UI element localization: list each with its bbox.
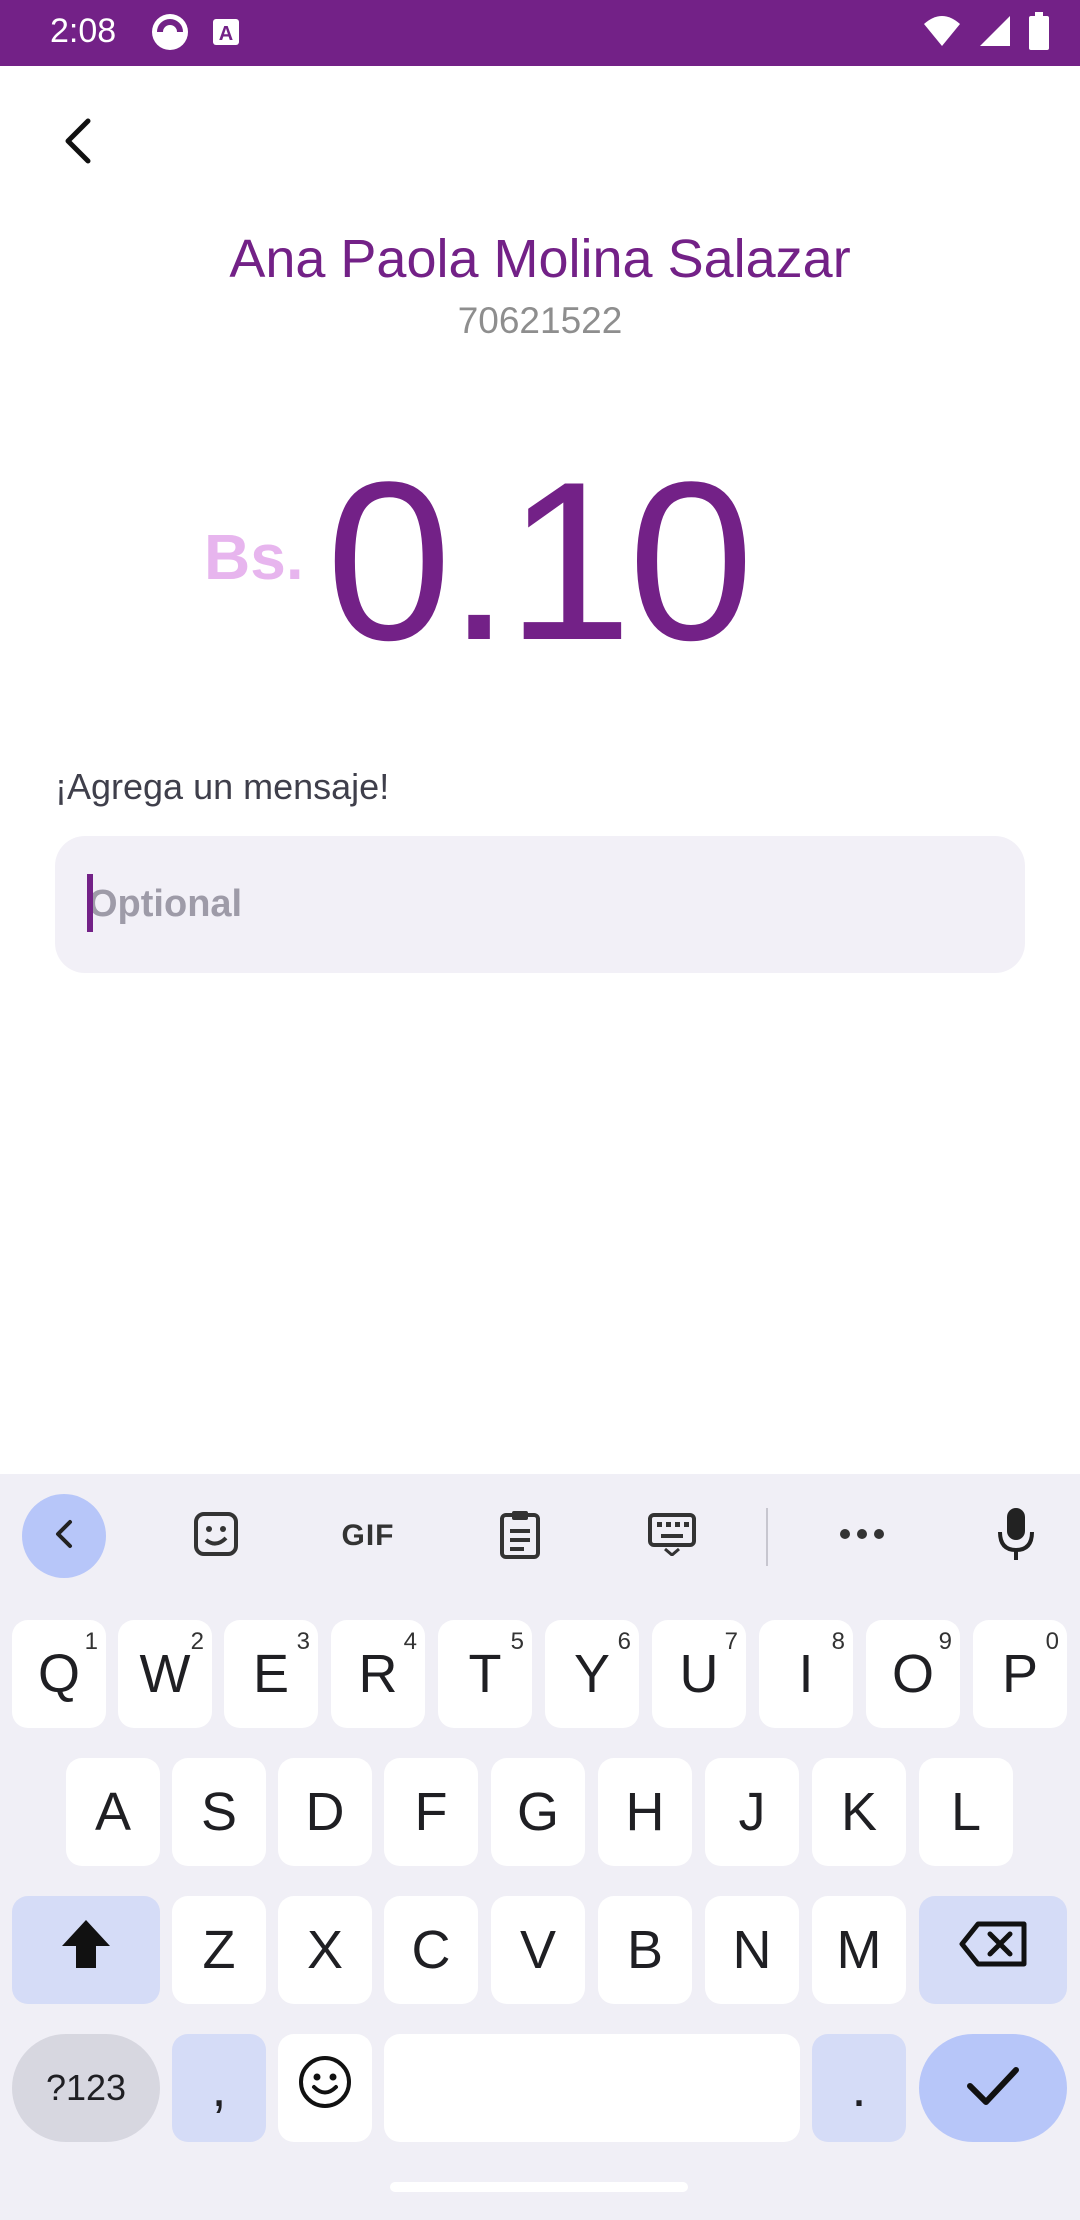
key-z[interactable]: Z: [172, 1896, 266, 2004]
checkmark-icon: [966, 2057, 1020, 2119]
home-indicator[interactable]: [390, 2182, 688, 2192]
status-time: 2:08: [50, 12, 117, 50]
key-k[interactable]: K: [812, 1758, 906, 1866]
key-p[interactable]: P0: [973, 1620, 1067, 1728]
key-s[interactable]: S: [172, 1758, 266, 1866]
message-label: ¡Agrega un mensaje!: [55, 766, 390, 807]
gif-icon: GIF: [341, 1519, 395, 1552]
shift-icon: [58, 1916, 114, 1985]
toolbar-back-button[interactable]: [22, 1494, 106, 1578]
battery-icon: [1028, 12, 1050, 55]
key-d[interactable]: D: [278, 1758, 372, 1866]
period-key[interactable]: .: [812, 2034, 906, 2142]
key-h[interactable]: H: [598, 1758, 692, 1866]
key-v[interactable]: V: [491, 1896, 585, 2004]
shift-key[interactable]: [12, 1896, 160, 2004]
status-bar: 2:08 A: [0, 0, 1080, 66]
currency-label: Bs.: [204, 521, 304, 593]
key-f[interactable]: F: [384, 1758, 478, 1866]
space-key[interactable]: [384, 2034, 800, 2142]
a-badge-icon: A: [212, 18, 240, 51]
message-input[interactable]: [55, 836, 1025, 973]
sticker-button[interactable]: [174, 1494, 258, 1578]
wifi-icon: [922, 14, 962, 53]
microphone-icon: [996, 1506, 1036, 1567]
message-field[interactable]: [55, 836, 1025, 973]
key-g[interactable]: G: [491, 1758, 585, 1866]
key-e[interactable]: E3: [224, 1620, 318, 1728]
key-y[interactable]: Y6: [545, 1620, 639, 1728]
gif-button[interactable]: GIF: [326, 1494, 410, 1578]
more-icon: [839, 1527, 885, 1545]
amount-value[interactable]: 0.10: [326, 448, 754, 674]
recipient-phone: 70621522: [457, 300, 623, 341]
key-m[interactable]: M: [812, 1896, 906, 2004]
key-u[interactable]: U7: [652, 1620, 746, 1728]
emoji-icon: [297, 2054, 353, 2123]
svg-text:A: A: [219, 23, 233, 45]
keyboard-icon: [647, 1512, 697, 1561]
key-r[interactable]: R4: [331, 1620, 425, 1728]
key-i[interactable]: I8: [759, 1620, 853, 1728]
chevron-left-icon: [58, 117, 98, 170]
record-icon: [150, 12, 190, 57]
key-q[interactable]: Q1: [12, 1620, 106, 1728]
comma-key[interactable]: ,: [172, 2034, 266, 2142]
back-icon: [46, 1516, 82, 1557]
emoji-key[interactable]: [278, 2034, 372, 2142]
clipboard-icon: [498, 1509, 542, 1564]
sticker-icon: [192, 1510, 240, 1563]
more-button[interactable]: [820, 1494, 904, 1578]
key-j[interactable]: J: [705, 1758, 799, 1866]
key-o[interactable]: O9: [866, 1620, 960, 1728]
key-n[interactable]: N: [705, 1896, 799, 2004]
symbols-key[interactable]: ?123: [12, 2034, 160, 2142]
back-button[interactable]: [48, 110, 108, 176]
signal-icon: [978, 14, 1012, 53]
backspace-key[interactable]: [919, 1896, 1067, 2004]
status-icons-right: [922, 12, 1050, 55]
toolbar-divider: [766, 1508, 768, 1566]
keyboard-toolbar: GIF: [0, 1474, 1080, 1598]
backspace-icon: [958, 1919, 1028, 1981]
text-caret: [87, 874, 93, 932]
status-icons-left: A: [150, 12, 240, 57]
keyboard-settings-button[interactable]: [630, 1494, 714, 1578]
recipient-name: Ana Paola Molina Salazar: [229, 229, 851, 289]
key-c[interactable]: C: [384, 1896, 478, 2004]
done-key[interactable]: [919, 2034, 1067, 2142]
microphone-button[interactable]: [974, 1494, 1058, 1578]
key-w[interactable]: W2: [118, 1620, 212, 1728]
key-b[interactable]: B: [598, 1896, 692, 2004]
key-t[interactable]: T5: [438, 1620, 532, 1728]
key-l[interactable]: L: [919, 1758, 1013, 1866]
clipboard-button[interactable]: [478, 1494, 562, 1578]
key-a[interactable]: A: [66, 1758, 160, 1866]
key-x[interactable]: X: [278, 1896, 372, 2004]
keyboard: GIF Q1 W2 E3 R4 T5 Y6 U7 I8 O9 P 0 A S D…: [0, 1474, 1080, 2220]
